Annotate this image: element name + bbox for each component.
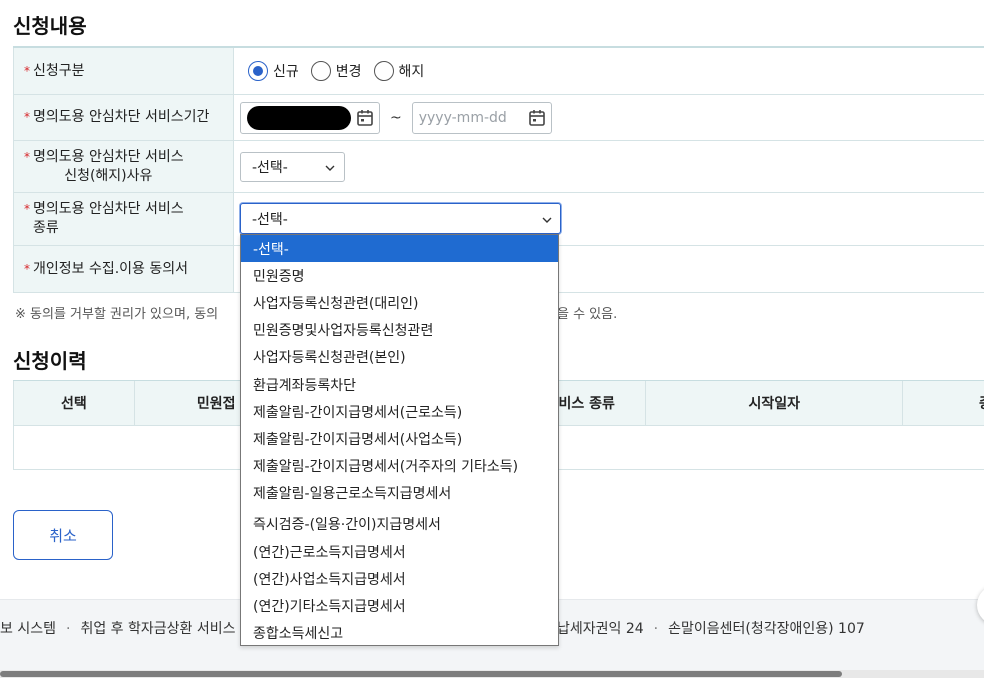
radio-cancel[interactable]: 해지	[373, 61, 424, 81]
reason-field: -선택-	[234, 141, 984, 192]
dropdown-option[interactable]: 제출알림-간이지급명세서(근로소득)	[241, 398, 558, 425]
dropdown-option[interactable]: 환급계좌등록차단	[241, 371, 558, 398]
category-label: * 신청구분	[13, 48, 234, 94]
dropdown-option[interactable]: (연간)사업소득지급명세서	[241, 565, 558, 592]
horizontal-scrollbar[interactable]	[0, 670, 984, 678]
radio-checked-icon[interactable]	[248, 61, 268, 81]
reason-row: * 명의도용 안심차단 서비스 신청(해지)사유 -선택-	[13, 141, 984, 193]
dropdown-option[interactable]: 제출알림-간이지급명세서(거주자의 기타소득)	[241, 453, 558, 480]
consent-notice: ※ 동의를 거부할 권리가 있으며, 동의	[15, 307, 219, 322]
dropdown-option[interactable]: -선택-	[241, 235, 558, 263]
radio-unchecked-icon[interactable]	[373, 61, 394, 81]
dropdown-option[interactable]: 사업자등록신청관련(본인)	[241, 344, 558, 371]
category-row: * 신청구분 신규 변경 해지	[13, 48, 984, 95]
dropdown-option[interactable]: 즉시검증-(일용·간이)지급명세서	[241, 511, 558, 538]
radio-unchecked-icon[interactable]	[310, 61, 331, 81]
end-date-placeholder: yyyy-mm-dd	[418, 109, 507, 126]
redacted-value	[247, 105, 351, 130]
column-header: 선택	[14, 381, 135, 425]
required-mark: *	[24, 110, 30, 124]
dropdown-option[interactable]: 종합소득세신고	[241, 620, 558, 647]
dropdown-option[interactable]: (연간)근로소득지급명세서	[241, 538, 558, 565]
radio-new[interactable]: 신규	[248, 61, 299, 81]
dropdown-option[interactable]: (연간)기타소득지급명세서	[241, 592, 558, 619]
dropdown-option[interactable]: 사업자등록신청관련(대리인)	[241, 289, 558, 316]
required-mark: *	[24, 63, 30, 78]
end-date-input[interactable]: yyyy-mm-dd	[411, 101, 552, 134]
dropdown-option[interactable]: 제출알림-일용근로소득지급명세서	[241, 480, 558, 507]
footer-contacts: 납세자권익 24 · 손말이음센터(청각장애인용) 107	[557, 621, 865, 637]
footer-link[interactable]: 보 시스템	[0, 621, 56, 637]
required-mark: *	[24, 261, 30, 276]
footer-links: 보 시스템 · 취업 후 학자금상환 서비스	[0, 621, 236, 637]
footer-link[interactable]: 납세자권익 24	[557, 621, 644, 637]
date-separator: ~	[390, 109, 402, 126]
period-fields: ~ yyyy-mm-dd	[234, 95, 984, 140]
radio-change[interactable]: 변경	[310, 61, 362, 81]
period-label: * 명의도용 안심차단 서비스기간	[13, 95, 234, 140]
column-header: 종	[903, 381, 984, 425]
history-section-title: 신청이력	[13, 349, 87, 373]
footer-link[interactable]: 취업 후 학자금상환 서비스	[80, 621, 235, 637]
consent-label: * 개인정보 수집.이용 동의서	[13, 246, 234, 292]
reason-select[interactable]: -선택-	[240, 151, 345, 182]
calendar-icon[interactable]	[356, 109, 374, 127]
dropdown-option[interactable]: 제출알림-간이지급명세서(사업소득)	[241, 425, 558, 452]
required-mark: *	[24, 150, 30, 164]
scrollbar-thumb[interactable]	[0, 671, 842, 677]
service-type-select[interactable]: -선택-	[240, 203, 561, 234]
reason-label: * 명의도용 안심차단 서비스 신청(해지)사유	[13, 141, 234, 192]
calendar-icon[interactable]	[528, 109, 546, 127]
dropdown-option[interactable]: 민원증명및사업자등록신청관련	[241, 317, 558, 344]
footer-link[interactable]: 손말이음센터(청각장애인용) 107	[668, 621, 865, 637]
service-type-label: * 명의도용 안심차단 서비스 종류	[13, 193, 234, 245]
service-type-dropdown-list[interactable]: -선택- 민원증명 사업자등록신청관련(대리인) 민원증명및사업자등록신청관련 …	[240, 234, 559, 646]
chevron-down-icon	[325, 159, 335, 175]
category-options: 신규 변경 해지	[234, 48, 984, 94]
dropdown-option[interactable]: 민원증명	[241, 262, 558, 289]
start-date-input[interactable]	[240, 101, 380, 134]
required-mark: *	[24, 202, 30, 216]
apply-section-title: 신청내용	[13, 14, 87, 38]
cancel-button[interactable]: 취소	[13, 510, 113, 560]
chevron-down-icon	[542, 211, 552, 227]
period-row: * 명의도용 안심차단 서비스기간 ~ yyyy-mm-dd	[13, 95, 984, 141]
column-header: 시작일자	[646, 381, 904, 425]
consent-notice-tail: 을 수 있음.	[557, 307, 618, 322]
